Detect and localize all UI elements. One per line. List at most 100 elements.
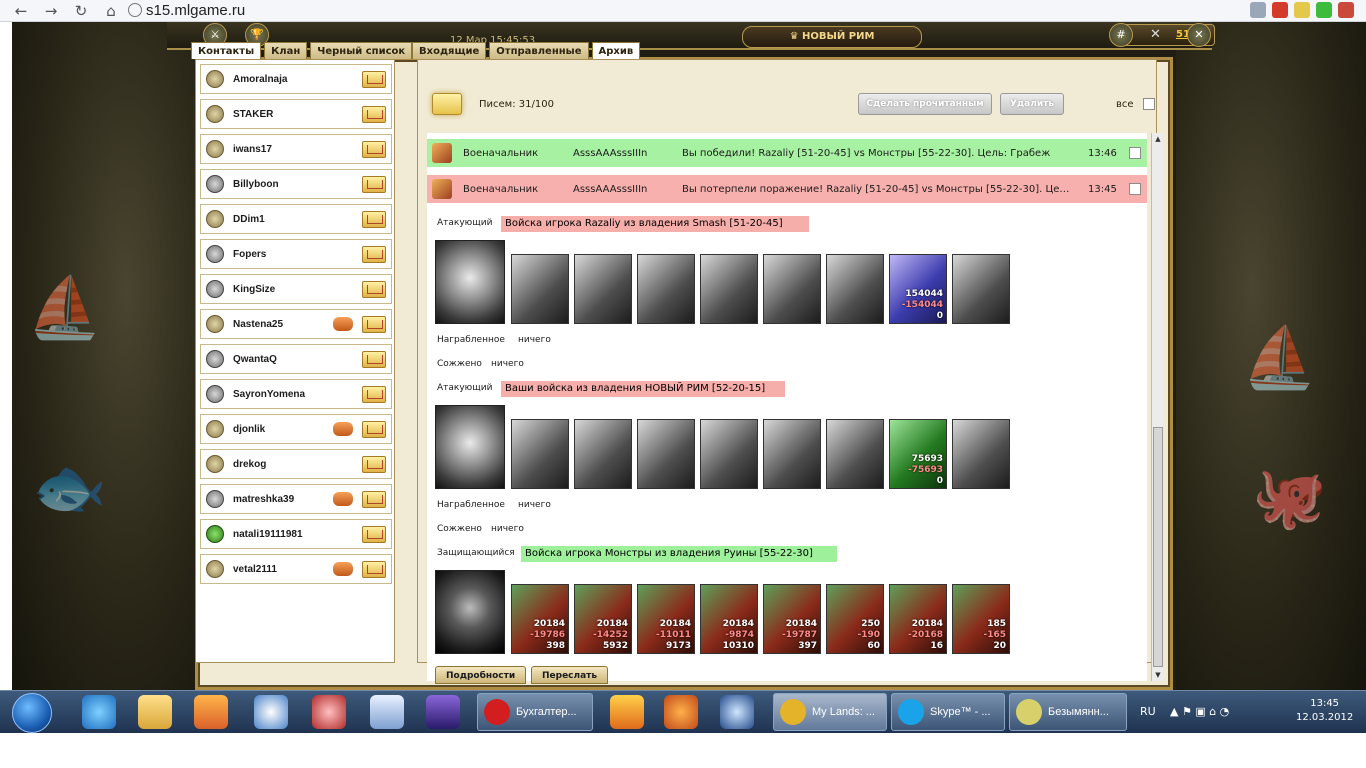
unit-card[interactable]: 185 -165 20 — [952, 584, 1010, 654]
tab-sent[interactable]: Отправленные — [489, 42, 589, 59]
forward-button[interactable]: Переслать — [531, 666, 609, 684]
unit-card[interactable]: 250 -190 60 — [826, 584, 884, 654]
unit-card[interactable]: 20184 -11011 9173 — [637, 584, 695, 654]
contact-item[interactable]: Amoralnaja — [200, 64, 392, 94]
unit-card[interactable] — [511, 254, 569, 324]
contact-item[interactable]: KingSize — [200, 274, 392, 304]
unit-card[interactable]: 20184 -19787 397 — [763, 584, 821, 654]
taskbar-app-opera[interactable]: Бухгалтер... — [477, 693, 593, 731]
forward-icon[interactable]: → — [42, 2, 60, 20]
unit-card[interactable] — [826, 254, 884, 324]
unit-card[interactable] — [700, 419, 758, 489]
scroll-down-icon[interactable]: ▼ — [1153, 669, 1163, 681]
disc-icon[interactable] — [254, 695, 288, 729]
tab-contacts[interactable]: Контакты — [191, 42, 262, 59]
taskbar-app-mylands[interactable]: My Lands: ... — [773, 693, 887, 731]
select-all-checkbox[interactable] — [1143, 98, 1155, 110]
folder-icon[interactable] — [138, 695, 172, 729]
unit-card[interactable]: 75693 -75693 0 — [889, 419, 947, 489]
unit-card[interactable] — [952, 419, 1010, 489]
send-mail-icon[interactable] — [362, 71, 386, 88]
writer-icon[interactable] — [426, 695, 460, 729]
details-button[interactable]: Подробности — [435, 666, 527, 684]
unit-card[interactable] — [700, 254, 758, 324]
system-clock[interactable]: 13:45 12.03.2012 — [1296, 697, 1353, 725]
message-checkbox[interactable] — [1129, 147, 1141, 159]
reload-icon[interactable]: ↻ — [72, 2, 90, 20]
contact-item[interactable]: SayronYomena — [200, 379, 392, 409]
address-bar[interactable]: s15.mlgame.ru — [128, 0, 245, 20]
send-mail-icon[interactable] — [362, 421, 386, 438]
send-mail-icon[interactable] — [362, 561, 386, 578]
back-icon[interactable]: ← — [12, 2, 30, 20]
message-checkbox[interactable] — [1129, 183, 1141, 195]
close-icon[interactable]: ✕ — [1187, 23, 1211, 47]
ie-icon[interactable] — [82, 695, 116, 729]
city-banner[interactable]: ♛ НОВЫЙ РИМ — [742, 26, 922, 48]
contact-item[interactable]: Nastena25 — [200, 309, 392, 339]
send-mail-icon[interactable] — [362, 456, 386, 473]
contact-item[interactable]: natali19111981 — [200, 519, 392, 549]
send-mail-icon[interactable] — [362, 211, 386, 228]
unit-card[interactable] — [637, 254, 695, 324]
tab-blacklist[interactable]: Черный список — [310, 42, 413, 59]
message-scrollbar[interactable]: ▲ ▼ — [1151, 133, 1163, 681]
unit-card[interactable]: 20184 -20168 16 — [889, 584, 947, 654]
signal-icon[interactable] — [1316, 2, 1332, 18]
firefox-icon[interactable] — [664, 695, 698, 729]
hash-button[interactable]: # — [1109, 23, 1133, 47]
archive-button[interactable] — [432, 93, 462, 115]
notepad-icon[interactable] — [370, 695, 404, 729]
send-mail-icon[interactable] — [362, 351, 386, 368]
language-indicator[interactable]: RU — [1140, 705, 1156, 718]
message-row[interactable]: Военачальник AsssAAAsssIIIn Вы победили!… — [427, 139, 1147, 167]
scroll-thumb[interactable] — [1153, 427, 1163, 667]
home-icon[interactable]: ⌂ — [102, 2, 120, 20]
send-mail-icon[interactable] — [362, 386, 386, 403]
contact-item[interactable]: iwans17 — [200, 134, 392, 164]
unit-card[interactable] — [574, 254, 632, 324]
delete-button[interactable]: Удалить — [1000, 93, 1064, 115]
send-mail-icon[interactable] — [362, 141, 386, 158]
eye-app-icon[interactable] — [720, 695, 754, 729]
contact-item[interactable]: STAKER — [200, 99, 392, 129]
contact-item[interactable]: Fopers — [200, 239, 392, 269]
taskbar-app-paint[interactable]: Безымянн... — [1009, 693, 1127, 731]
unit-card[interactable] — [511, 419, 569, 489]
yandex-icon[interactable] — [1272, 2, 1288, 18]
contact-item[interactable]: matreshka39 — [200, 484, 392, 514]
wrench-icon[interactable] — [1338, 2, 1354, 18]
unit-card[interactable] — [763, 254, 821, 324]
send-mail-icon[interactable] — [362, 176, 386, 193]
tray-icons[interactable]: ▲ ⚑ ▣ ⌂ ◔ — [1170, 705, 1229, 718]
contact-item[interactable]: QwantaQ — [200, 344, 392, 374]
unit-card[interactable] — [826, 419, 884, 489]
contact-item[interactable]: Billyboon — [200, 169, 392, 199]
media-player-icon[interactable] — [194, 695, 228, 729]
contact-item[interactable]: vetal2111 — [200, 554, 392, 584]
mark-read-button[interactable]: Сделать прочитанным — [858, 93, 992, 115]
send-mail-icon[interactable] — [362, 316, 386, 333]
winamp-icon[interactable] — [610, 695, 644, 729]
message-row[interactable]: Военачальник AsssAAAsssIIIn Вы потерпели… — [427, 175, 1147, 203]
scroll-up-icon[interactable]: ▲ — [1153, 133, 1163, 145]
unit-card[interactable] — [763, 419, 821, 489]
unit-card[interactable]: 20184 -14252 5932 — [574, 584, 632, 654]
tab-inbox[interactable]: Входящие — [412, 42, 487, 59]
contact-item[interactable]: djonlik — [200, 414, 392, 444]
tab-clan[interactable]: Клан — [264, 42, 308, 59]
send-mail-icon[interactable] — [362, 491, 386, 508]
start-button[interactable] — [12, 693, 52, 733]
page-icon[interactable] — [1250, 2, 1266, 18]
send-mail-icon[interactable] — [362, 281, 386, 298]
send-mail-icon[interactable] — [362, 526, 386, 543]
contact-item[interactable]: DDim1 — [200, 204, 392, 234]
game-launcher-icon[interactable] — [312, 695, 346, 729]
unit-card[interactable]: 20184 -19786 398 — [511, 584, 569, 654]
unit-card[interactable] — [952, 254, 1010, 324]
unit-card[interactable]: 20184 -9874 10310 — [700, 584, 758, 654]
unit-card[interactable] — [574, 419, 632, 489]
send-mail-icon[interactable] — [362, 246, 386, 263]
taskbar-app-skype[interactable]: Skype™ - ... — [891, 693, 1005, 731]
star-icon[interactable] — [1294, 2, 1310, 18]
